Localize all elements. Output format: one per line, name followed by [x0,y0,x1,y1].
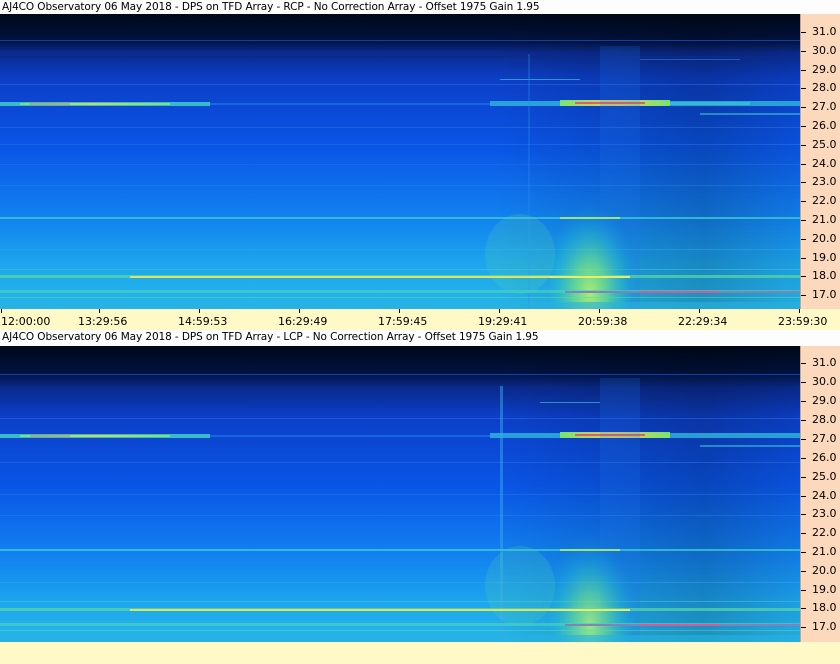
time-label: 20:59:38 [578,315,628,328]
time-label: 19:29:41 [478,315,528,328]
frequency-axis-rcp: 31.0 30.0 29.0 28.0 27.0 26.0 25.0 24.0 … [800,14,840,309]
freq-label: 31.0 [812,25,837,38]
spectrogram-image-lcp [0,346,800,642]
time-label: 13:29:56 [78,315,128,328]
freq-label: 30.0 [812,44,837,57]
freq-label: 17.0 [812,620,837,633]
freq-label: 18.0 [812,269,837,282]
time-label: 22:29:34 [678,315,728,328]
spectrogram-rcp[interactable] [0,14,800,309]
freq-label: 29.0 [812,394,837,407]
freq-label: 27.0 [812,432,837,445]
freq-label: 17.0 [812,288,837,301]
freq-label: 18.0 [812,601,837,614]
freq-label: 31.0 [812,356,837,369]
freq-label: 26.0 [812,451,837,464]
freq-label: 25.0 [812,138,837,151]
time-label: 16:29:49 [278,315,328,328]
freq-label: 23.0 [812,507,837,520]
spectrogram-image-rcp [0,14,800,309]
freq-label: 24.0 [812,157,837,170]
freq-label: 19.0 [812,583,837,596]
freq-label: 26.0 [812,119,837,132]
freq-label: 21.0 [812,213,837,226]
freq-label: 22.0 [812,194,837,207]
time-axis-rcp: 12:00:00 13:29:56 14:59:53 16:29:49 17:5… [0,309,840,330]
freq-label: 28.0 [812,81,837,94]
spectrogram-title-lcp: AJ4CO Observatory 06 May 2018 - DPS on T… [0,330,840,344]
freq-label: 30.0 [812,375,837,388]
time-label: 17:59:45 [378,315,428,328]
freq-label: 20.0 [812,232,837,245]
frequency-axis-lcp: 31.0 30.0 29.0 28.0 27.0 26.0 25.0 24.0 … [800,346,840,642]
freq-label: 25.0 [812,470,837,483]
freq-label: 29.0 [812,63,837,76]
time-label: 23:59:30 [778,315,828,328]
freq-label: 19.0 [812,251,837,264]
freq-label: 23.0 [812,175,837,188]
freq-label: 21.0 [812,545,837,558]
freq-label: 22.0 [812,526,837,539]
time-axis-lcp [0,642,840,664]
freq-label: 27.0 [812,100,837,113]
freq-label: 20.0 [812,564,837,577]
spectrogram-title-rcp: AJ4CO Observatory 06 May 2018 - DPS on T… [0,0,840,14]
time-label: 14:59:53 [178,315,228,328]
freq-label: 28.0 [812,413,837,426]
spectrogram-lcp[interactable] [0,346,800,642]
time-label: 12:00:00 [1,315,51,328]
freq-label: 24.0 [812,489,837,502]
